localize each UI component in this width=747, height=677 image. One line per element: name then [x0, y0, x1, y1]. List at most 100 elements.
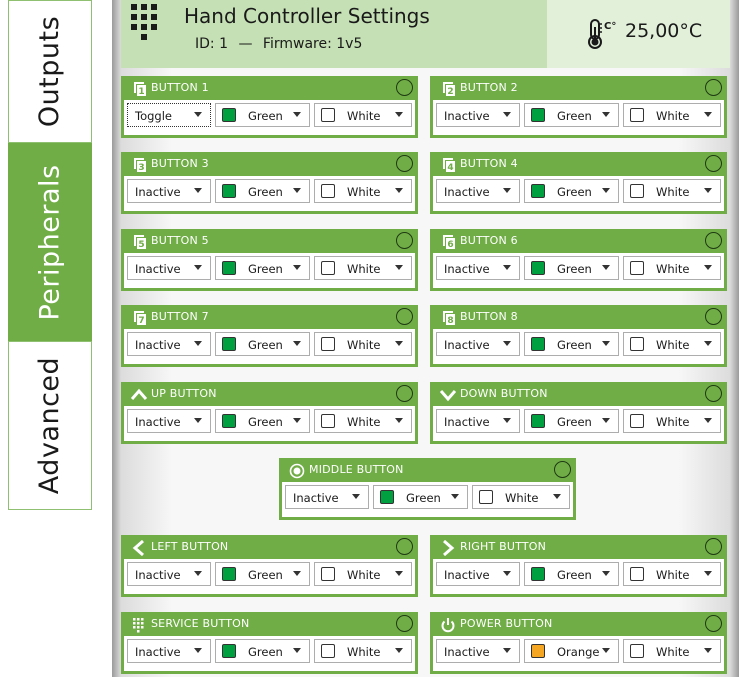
card-title: RIGHT BUTTON: [460, 540, 547, 553]
off-color-dropdown[interactable]: White: [314, 103, 412, 127]
mode-dropdown[interactable]: Inactive: [436, 639, 520, 663]
on-color-value: Green: [557, 185, 592, 199]
dropdown-arrow-icon: [602, 188, 610, 193]
tab-advanced[interactable]: Advanced: [8, 341, 92, 510]
on-color-swatch: [531, 337, 545, 351]
mode-dropdown[interactable]: Inactive: [127, 409, 211, 433]
mode-value: Inactive: [135, 262, 181, 276]
off-color-dropdown[interactable]: White: [623, 332, 721, 356]
off-color-dropdown[interactable]: White: [314, 409, 412, 433]
mode-dropdown[interactable]: Inactive: [436, 256, 520, 280]
mode-dropdown[interactable]: Inactive: [127, 332, 211, 356]
on-color-swatch: [222, 337, 236, 351]
mode-dropdown[interactable]: Inactive: [436, 409, 520, 433]
dropdown-arrow-icon: [503, 112, 511, 117]
mode-dropdown[interactable]: Inactive: [285, 485, 369, 509]
firmware-label: Firmware:: [262, 36, 332, 52]
dropdown-arrow-icon: [602, 571, 610, 576]
dropdown-arrow-icon: [395, 341, 403, 346]
status-led-indicator: [396, 615, 413, 632]
device-info: ID: 1 — Firmware: 1v5: [195, 36, 362, 52]
dropdown-arrow-icon: [602, 341, 610, 346]
dropdown-arrow-icon: [704, 265, 712, 270]
mode-dropdown[interactable]: Inactive: [436, 103, 520, 127]
off-color-dropdown[interactable]: White: [472, 485, 570, 509]
mode-dropdown[interactable]: Inactive: [436, 332, 520, 356]
on-color-dropdown[interactable]: Green: [524, 256, 619, 280]
on-color-dropdown[interactable]: Green: [524, 332, 619, 356]
mode-dropdown[interactable]: Inactive: [436, 562, 520, 586]
on-color-dropdown[interactable]: Green: [524, 562, 619, 586]
dropdown-arrow-icon: [194, 265, 202, 270]
card-controls: Inactive Green White: [433, 176, 724, 211]
card-title: SERVICE BUTTON: [151, 617, 250, 630]
on-color-dropdown[interactable]: Green: [215, 409, 310, 433]
card-controls: Inactive Orange White: [433, 636, 724, 671]
on-color-dropdown[interactable]: Green: [524, 409, 619, 433]
mode-dropdown[interactable]: Inactive: [127, 639, 211, 663]
status-led-indicator: [705, 615, 722, 632]
on-color-swatch: [531, 108, 545, 122]
off-color-dropdown[interactable]: White: [623, 179, 721, 203]
off-color-dropdown[interactable]: White: [623, 562, 721, 586]
button-card-12: LEFT BUTTON Inactive Green White: [121, 535, 418, 597]
button-card-13: RIGHT BUTTON Inactive Green White: [430, 535, 727, 597]
on-color-dropdown[interactable]: Green: [215, 103, 310, 127]
on-color-dropdown[interactable]: Green: [524, 103, 619, 127]
off-color-value: White: [347, 185, 381, 199]
off-color-dropdown[interactable]: White: [623, 409, 721, 433]
card-controls: Inactive Green White: [282, 482, 573, 517]
dropdown-arrow-icon: [503, 188, 511, 193]
mode-dropdown[interactable]: Inactive: [127, 562, 211, 586]
off-color-swatch: [630, 414, 644, 428]
off-color-swatch: [321, 261, 335, 275]
card-controls: Inactive Green White: [124, 636, 415, 671]
dropdown-arrow-icon: [395, 571, 403, 576]
on-color-dropdown[interactable]: Green: [215, 562, 310, 586]
mode-dropdown[interactable]: Inactive: [436, 179, 520, 203]
button-card-14: SERVICE BUTTON Inactive Green White: [121, 612, 418, 674]
id-label: ID:: [195, 36, 215, 52]
off-color-swatch: [321, 644, 335, 658]
off-color-dropdown[interactable]: White: [314, 639, 412, 663]
card-controls: Toggle Green White: [124, 100, 415, 135]
off-color-value: White: [656, 568, 690, 582]
chevron-left-icon: [131, 540, 147, 556]
off-color-dropdown[interactable]: White: [314, 256, 412, 280]
mode-value: Inactive: [444, 568, 490, 582]
off-color-dropdown[interactable]: White: [623, 103, 721, 127]
off-color-swatch: [321, 108, 335, 122]
on-color-dropdown[interactable]: Orange: [524, 639, 619, 663]
mode-dropdown[interactable]: Inactive: [127, 179, 211, 203]
on-color-dropdown[interactable]: Green: [373, 485, 468, 509]
off-color-dropdown[interactable]: White: [314, 562, 412, 586]
on-color-value: Green: [248, 568, 283, 582]
svg-text:4: 4: [447, 163, 453, 173]
on-color-dropdown[interactable]: Green: [524, 179, 619, 203]
card-header: 6 BUTTON 6: [430, 229, 727, 253]
dropdown-arrow-icon: [293, 265, 301, 270]
on-color-dropdown[interactable]: Green: [215, 256, 310, 280]
tab-outputs-label: Outputs: [34, 15, 66, 128]
card-controls: Inactive Green White: [124, 329, 415, 364]
on-color-swatch: [222, 644, 236, 658]
mode-dropdown[interactable]: Inactive: [127, 256, 211, 280]
status-led-indicator: [705, 385, 722, 402]
on-color-dropdown[interactable]: Green: [215, 639, 310, 663]
on-color-dropdown[interactable]: Green: [215, 332, 310, 356]
dropdown-arrow-icon: [602, 265, 610, 270]
on-color-dropdown[interactable]: Green: [215, 179, 310, 203]
mode-dropdown[interactable]: Toggle: [127, 103, 211, 127]
off-color-dropdown[interactable]: White: [314, 179, 412, 203]
off-color-swatch: [630, 108, 644, 122]
tab-peripherals[interactable]: Peripherals: [8, 143, 92, 341]
numbered-button-7-icon: 7: [131, 310, 147, 326]
off-color-swatch: [321, 414, 335, 428]
card-controls: Inactive Green White: [124, 253, 415, 288]
tab-outputs[interactable]: Outputs: [8, 0, 92, 143]
off-color-dropdown[interactable]: White: [623, 256, 721, 280]
off-color-value: White: [656, 185, 690, 199]
dropdown-arrow-icon: [704, 648, 712, 653]
off-color-dropdown[interactable]: White: [623, 639, 721, 663]
off-color-dropdown[interactable]: White: [314, 332, 412, 356]
